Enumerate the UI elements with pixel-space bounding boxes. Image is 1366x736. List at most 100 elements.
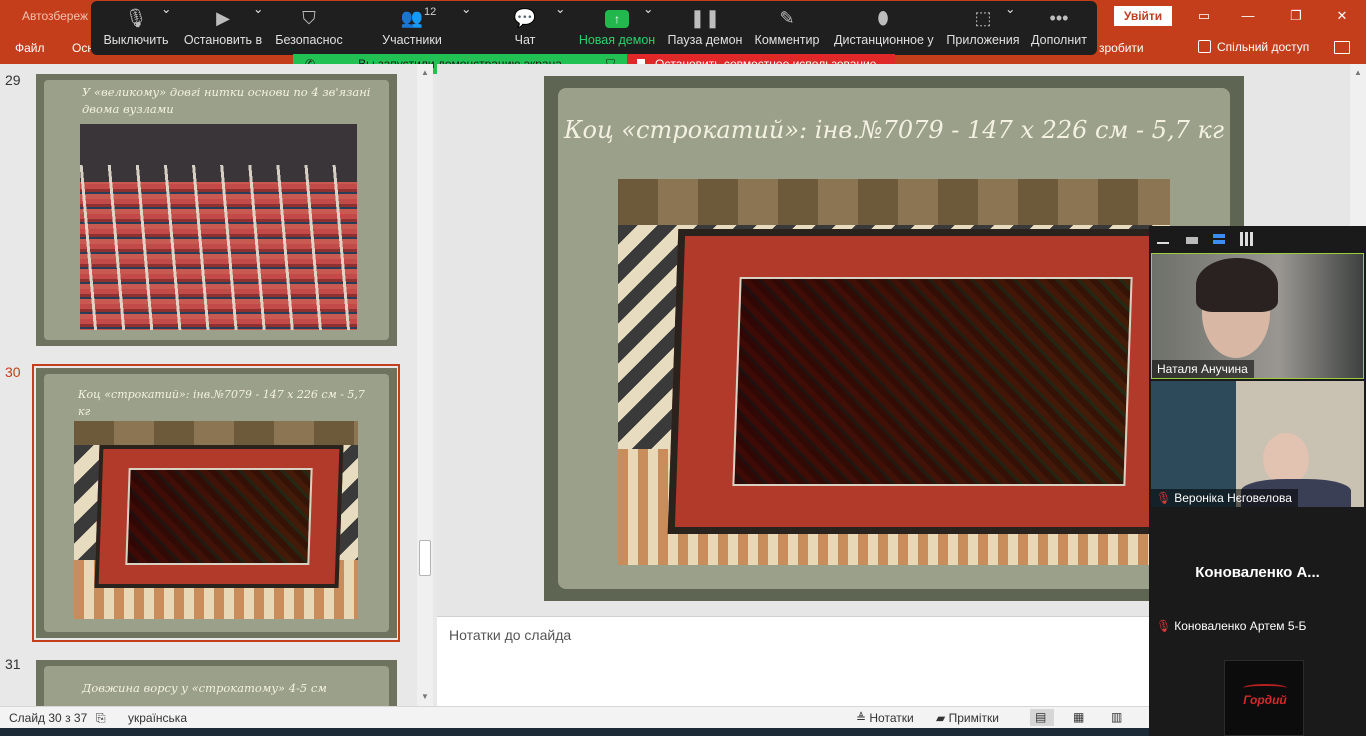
muted-mic-icon: 🎙 [1156,491,1172,505]
normal-view-button[interactable]: ▤ [1030,709,1054,726]
mouse-icon: ⬮ [877,8,889,28]
annotate-label: Комментир [754,33,820,47]
scroll-down-icon[interactable]: ▼ [420,692,430,701]
slide-number-active: 30 [5,364,21,380]
more-label: Дополнит [1031,33,1087,47]
chat-label: Чат [514,33,536,47]
sign-in-button[interactable]: Увійти [1114,6,1172,26]
thumbnail-scroll-thumb[interactable] [419,540,431,576]
chevron-down-icon[interactable]: ⌄ [1005,1,1015,55]
pause-icon: ❚❚ [689,8,721,28]
language-indicator[interactable]: українська [128,711,187,725]
chat-button[interactable]: 💬 Чат [503,1,547,55]
grid-view-icon: ▦ [1073,710,1085,724]
annotate-button[interactable]: ✎ Комментир [753,1,821,55]
tab-file[interactable]: Файл [15,41,45,55]
muted-mic-icon: 🎙 [1156,619,1172,633]
participant-name-label: 🎙 Коноваленко Артем 5-Б [1151,617,1313,635]
restore-icon[interactable]: ❐ [1286,6,1306,26]
hide-video-icon[interactable] [1186,237,1198,244]
accessibility-icon[interactable]: ⎘ [96,711,106,726]
speaker-view-icon[interactable] [1213,234,1225,244]
share-screen-icon: ↑ [605,10,629,28]
minimize-icon[interactable]: — [1238,6,1258,26]
rug [667,229,1170,535]
slide-sorter-button[interactable]: ▦ [1068,709,1092,726]
thumbnail-scrollbar[interactable] [417,64,433,706]
autosave-label[interactable]: Автозбереж [22,9,88,23]
gallery-view-icon[interactable] [1240,232,1254,246]
close-icon[interactable]: ✕ [1332,6,1352,26]
avatar-ornament [1243,684,1287,692]
shield-icon: ⛉ [302,8,316,28]
participant-name-label: 🎙 Вероніка Нєговелова [1151,489,1298,507]
warp-threads [80,165,357,330]
share-button[interactable]: Спільний доступ [1198,40,1309,54]
video-tile-1[interactable]: Наталя Анучина [1151,253,1364,379]
zoom-toolbar: 🎙 Выключить ⌄ ▶ Остановить в ⌄ ⛉ Безопас… [91,1,1097,55]
notes-placeholder: Нотатки до слайда [449,627,572,643]
remote-control-button[interactable]: ⬮ Дистанционное у [834,1,934,55]
comment-icon: ▰ [936,711,949,725]
notes-button[interactable]: ≜ Нотатки [856,711,914,725]
security-button[interactable]: ⛉ Безопаснос [274,1,344,55]
video-tile-2[interactable]: 🎙 Вероніка Нєговелова [1151,381,1364,507]
slide-title[interactable]: Коц «строкатий»: інв.№7079 - 147 х 226 с… [544,116,1244,144]
chevron-down-icon[interactable]: ⌄ [461,1,471,55]
chevron-down-icon[interactable]: ⌄ [555,1,565,55]
participant-name: Коноваленко Артем 5-Б [1174,619,1307,633]
share-label: Спільний доступ [1217,40,1310,54]
reading-view-button[interactable]: ▥ [1106,709,1130,726]
participant-avatar[interactable]: Гордий [1224,660,1304,736]
slide-counter: Слайд 30 з 37 [9,711,88,725]
slide-thumbnails-panel: 29 У «великому» довгі нитки основи по 4 … [0,64,433,706]
scroll-up-icon[interactable]: ▲ [420,68,430,77]
chevron-down-icon[interactable]: ⌄ [643,1,653,55]
fringe-photo [80,124,357,330]
ribbon-display-icon[interactable]: ▭ [1194,6,1214,26]
slide-thumbnail-31[interactable]: Довжина ворсу у «строкатому» 4-5 см [36,660,397,706]
video-camera-icon: ▶ [216,8,230,28]
security-label: Безопаснос [275,33,343,47]
comments-button[interactable]: ▰ Примітки [936,711,999,725]
participants-label: Участники [382,33,442,47]
carpet-photo[interactable] [618,179,1170,565]
book-icon: ▥ [1111,710,1123,724]
current-slide[interactable]: Коц «строкатий»: інв.№7079 - 147 х 226 с… [544,76,1244,601]
tell-me-tail[interactable]: зробити [1099,41,1144,55]
participant-hair [1196,258,1278,312]
thumbnail-title: Довжина ворсу у «строкатому» 4-5 см [82,681,327,695]
comments-icon[interactable] [1334,41,1350,54]
notes-icon: ≜ [856,711,870,725]
notes-button-label: Нотатки [869,711,914,725]
participants-count: 12 [424,6,437,18]
participant-name: Наталя Анучина [1152,360,1254,378]
rug-field [732,276,1134,487]
normal-view-icon: ▤ [1035,710,1047,724]
pause-share-label: Пауза демон [667,33,743,47]
minimize-video-icon[interactable] [1157,234,1169,244]
pen-icon: ✎ [779,8,795,28]
participants-icon: 👥 [400,8,424,28]
remote-control-label: Дистанционное у [834,33,934,47]
slide-number: 31 [5,656,21,672]
thumbnail-title: У «великому» довгі нитки основи по 4 зв'… [82,85,371,116]
chevron-down-icon[interactable]: ⌄ [253,1,263,55]
participant-display-name: Коноваленко А... [1195,564,1320,581]
stop-video-label: Остановить в [183,33,263,47]
slide-thumbnail-29[interactable]: У «великому» довгі нитки основи по 4 зв'… [36,74,397,346]
participant-name: Вероніка Нєговелова [1174,491,1292,505]
participants-button[interactable]: 👥 12 Участники [376,1,448,55]
selection-frame [32,364,400,642]
comments-button-label: Примітки [948,711,999,725]
chevron-down-icon[interactable]: ⌄ [161,1,171,55]
more-button[interactable]: ••• Дополнит [1029,1,1089,55]
video-panel-header [1149,226,1366,254]
share-icon [1198,40,1211,53]
pause-share-button[interactable]: ❚❚ Пауза демон [667,1,743,55]
stop-video-button[interactable]: ▶ Остановить в [183,1,263,55]
scroll-up-icon[interactable]: ▲ [1353,68,1363,77]
slide-number: 29 [5,72,21,88]
chat-icon: 💬 [513,8,537,28]
participant-face [1263,433,1309,485]
